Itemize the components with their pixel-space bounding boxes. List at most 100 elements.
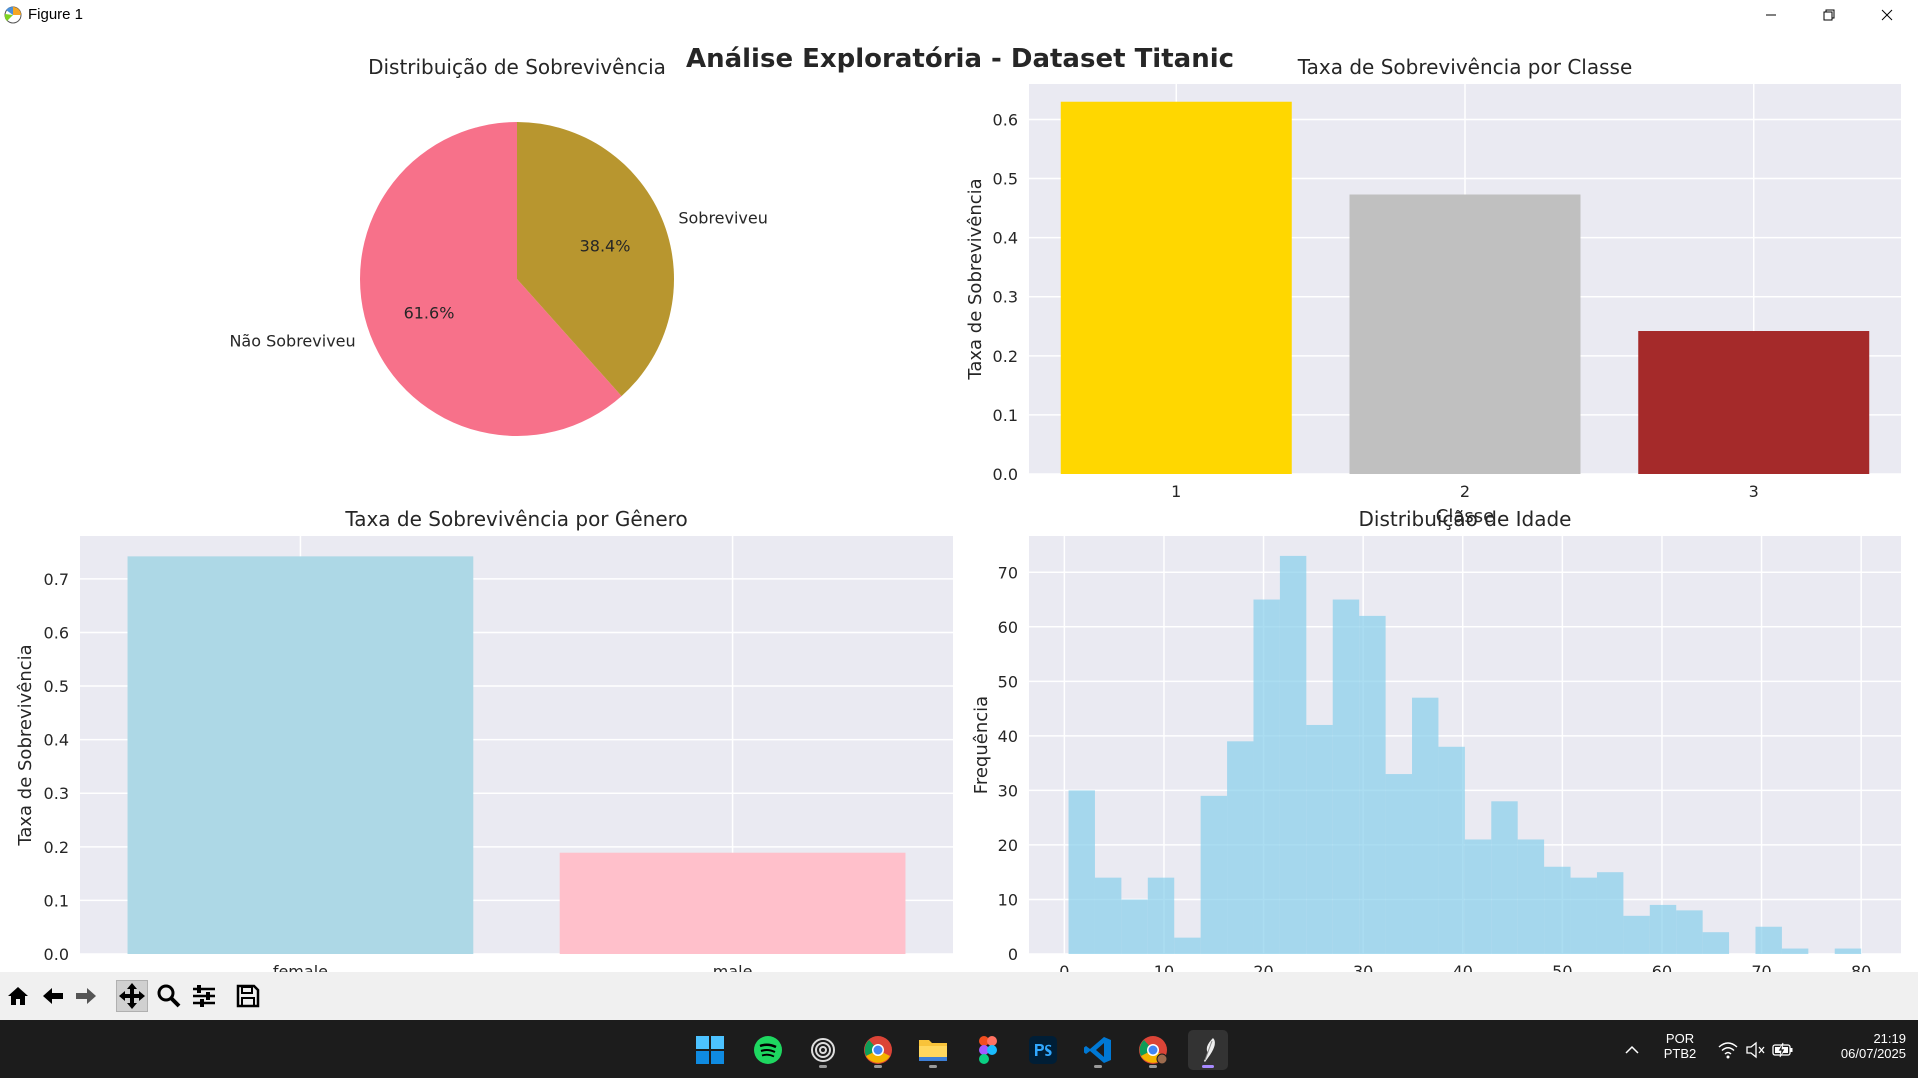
running-indicator bbox=[1149, 1065, 1157, 1068]
class-ytick-label: 0.4 bbox=[993, 229, 1018, 248]
configure-icon bbox=[193, 985, 215, 1007]
hist-bar bbox=[1623, 915, 1650, 954]
hist-bar bbox=[1412, 697, 1439, 954]
home-icon bbox=[8, 987, 28, 1005]
volume-status[interactable] bbox=[1743, 1030, 1767, 1070]
figure-charts: Distribuição de Sobrevivência Não Sobrevi… bbox=[15, 44, 1901, 972]
hist-ytick-label: 70 bbox=[998, 563, 1018, 582]
vscode-icon bbox=[1084, 1037, 1111, 1063]
hist-xtick-label: 80 bbox=[1851, 962, 1871, 972]
class-ytick-label: 0.5 bbox=[993, 170, 1018, 189]
back-icon bbox=[43, 988, 63, 1004]
taskbar-file-explorer[interactable] bbox=[913, 1030, 953, 1070]
tray-overflow-button[interactable] bbox=[1620, 1030, 1644, 1070]
hist-bar bbox=[1306, 724, 1333, 954]
gender-ytick-label: 0.1 bbox=[44, 891, 69, 910]
class-ytick-label: 0.0 bbox=[993, 465, 1018, 484]
gender-xtick-label: male bbox=[713, 962, 753, 972]
taskbar-app-rings[interactable] bbox=[803, 1030, 843, 1070]
window-title: Figure 1 bbox=[28, 6, 84, 23]
pan-button[interactable] bbox=[116, 980, 148, 1012]
taskbar-python-active[interactable] bbox=[1188, 1030, 1228, 1070]
hist-ylabel: Frequência bbox=[971, 696, 992, 794]
hist-ytick-label: 0 bbox=[1008, 945, 1018, 964]
taskbar-spotify[interactable] bbox=[748, 1030, 788, 1070]
gender-ytick-label: 0.2 bbox=[44, 838, 69, 857]
start-button[interactable] bbox=[690, 1030, 730, 1070]
taskbar-chrome[interactable] bbox=[858, 1030, 898, 1070]
hist-bar bbox=[1517, 839, 1545, 954]
hist-xtick-label: 10 bbox=[1154, 962, 1174, 972]
minimize-button[interactable] bbox=[1742, 0, 1800, 29]
clock-time: 21:19 bbox=[1873, 1031, 1906, 1046]
forward-button[interactable] bbox=[70, 980, 102, 1012]
window-titlebar: Figure 1 bbox=[0, 0, 1918, 29]
histogram-age: Distribuição de Idade 0 10 20 30 40 50 60 70 0 10 2… bbox=[971, 507, 1901, 972]
wifi-status[interactable] bbox=[1715, 1030, 1741, 1070]
pie-percent-label: 61.6% bbox=[404, 304, 455, 323]
close-button[interactable] bbox=[1858, 0, 1916, 29]
save-figure-button[interactable] bbox=[232, 980, 264, 1012]
taskbar-photoshop[interactable] bbox=[1023, 1030, 1063, 1070]
class-bar bbox=[1638, 331, 1870, 474]
language-indicator[interactable]: POR PTB2 bbox=[1660, 1031, 1700, 1061]
hist-bar bbox=[1755, 926, 1782, 954]
save-icon bbox=[236, 984, 260, 1008]
figma-icon bbox=[979, 1036, 997, 1064]
photoshop-icon bbox=[1029, 1036, 1057, 1064]
hist-bar bbox=[1834, 948, 1862, 954]
figure-suptitle: Análise Exploratória - Dataset Titanic bbox=[686, 44, 1234, 74]
wifi-icon bbox=[1718, 1042, 1738, 1059]
hist-bar bbox=[1491, 801, 1518, 954]
hist-bar bbox=[1200, 795, 1228, 954]
class-ytick-label: 0.6 bbox=[993, 110, 1018, 129]
taskbar-chrome-profile[interactable] bbox=[1133, 1030, 1173, 1070]
class-ytick-label: 0.2 bbox=[993, 347, 1018, 366]
home-button[interactable] bbox=[2, 980, 34, 1012]
forward-icon bbox=[76, 988, 96, 1004]
volume-muted-icon bbox=[1746, 1041, 1765, 1059]
running-indicator bbox=[874, 1065, 882, 1068]
battery-status[interactable] bbox=[1770, 1030, 1796, 1070]
running-indicator bbox=[929, 1065, 937, 1068]
taskbar-figma[interactable] bbox=[968, 1030, 1008, 1070]
gender-xtick-label: female bbox=[273, 962, 328, 972]
hist-bar bbox=[1147, 877, 1175, 954]
hist-xtick-label: 30 bbox=[1353, 962, 1373, 972]
pie-label: Não Sobreviveu bbox=[229, 332, 355, 351]
class-ytick-label: 0.3 bbox=[993, 288, 1018, 307]
bar-chart-gender: Taxa de Sobrevivência por Gênero 0.0 0.1 0.… bbox=[15, 507, 953, 972]
hist-bar bbox=[1279, 555, 1307, 954]
zoom-icon bbox=[157, 984, 181, 1008]
hist-xtick-label: 50 bbox=[1552, 962, 1572, 972]
gender-ylabel: Taxa de Sobrevivência bbox=[15, 644, 36, 846]
hist-ytick-label: 40 bbox=[998, 727, 1018, 746]
taskbar-vscode[interactable] bbox=[1078, 1030, 1118, 1070]
configure-subplots-button[interactable] bbox=[188, 980, 220, 1012]
battery-charging-icon bbox=[1772, 1042, 1793, 1058]
gender-ytick-label: 0.3 bbox=[44, 784, 69, 803]
chrome-profile-icon bbox=[1139, 1036, 1168, 1065]
folder-icon bbox=[919, 1040, 947, 1061]
zoom-button[interactable] bbox=[153, 980, 185, 1012]
rings-app-icon bbox=[811, 1038, 835, 1062]
class-chart-title: Taxa de Sobrevivência por Classe bbox=[1297, 55, 1633, 79]
running-indicator bbox=[1094, 1065, 1102, 1068]
hist-ytick-label: 50 bbox=[998, 672, 1018, 691]
pie-label: Sobreviveu bbox=[678, 208, 768, 227]
hist-bar bbox=[1068, 790, 1095, 954]
python-feather-icon bbox=[1204, 1038, 1215, 1062]
windows-start-icon bbox=[696, 1036, 724, 1064]
gender-ytick-label: 0.6 bbox=[44, 623, 69, 642]
hist-xtick-label: 0 bbox=[1059, 962, 1069, 972]
restore-button[interactable] bbox=[1800, 0, 1858, 29]
back-button[interactable] bbox=[37, 980, 69, 1012]
hist-ytick-label: 10 bbox=[998, 890, 1018, 909]
hist-bar bbox=[1702, 932, 1730, 954]
gender-ytick-label: 0.7 bbox=[44, 570, 69, 589]
gender-ytick-label: 0.0 bbox=[44, 945, 69, 964]
clock[interactable]: 21:19 06/07/2025 bbox=[1806, 1031, 1906, 1061]
hist-xtick-label: 60 bbox=[1652, 962, 1672, 972]
chevron-up-icon bbox=[1625, 1045, 1639, 1054]
gender-chart-title: Taxa de Sobrevivência por Gênero bbox=[344, 507, 687, 531]
